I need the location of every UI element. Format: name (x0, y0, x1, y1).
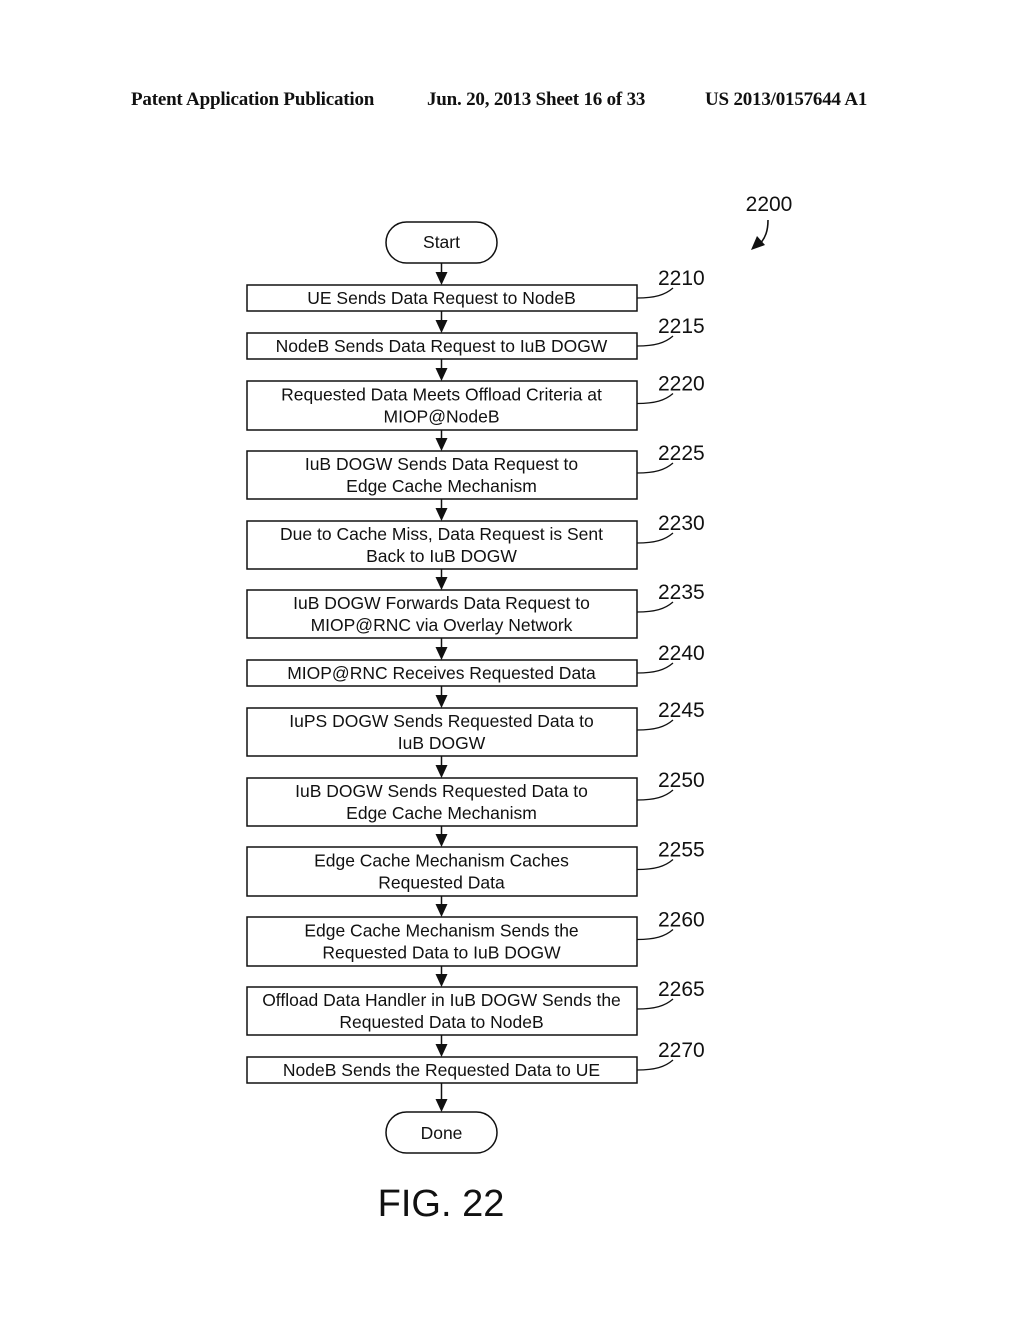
process-box-text: NodeB Sends the Requested Data to UE (283, 1060, 600, 1080)
process-box-text: NodeB Sends Data Request to IuB DOGW (276, 336, 608, 356)
arrow-2215-to-2220-arrowhead-icon (435, 368, 448, 381)
process-step-2240: MIOP@RNC Receives Requested Data 2240 (246, 642, 705, 687)
arrow-2250-to-2255-arrowhead-icon (435, 834, 448, 847)
process-step-2260: Edge Cache Mechanism Sends theRequested … (246, 909, 705, 967)
reference-number: 2235 (658, 581, 705, 604)
start-terminal-label: Start (423, 232, 460, 252)
reference-number: 2225 (658, 442, 705, 465)
end-terminal-label: Done (421, 1123, 463, 1143)
process-step-2210: UE Sends Data Request to NodeB 2210 (246, 267, 705, 312)
process-box-text: IuB DOGW Sends Data Request to (305, 454, 578, 474)
reference-number: 2240 (658, 642, 705, 665)
reference-number: 2245 (658, 699, 705, 722)
arrow-2210-to-2215-arrowhead-icon (435, 320, 448, 333)
reference-number: 2265 (658, 978, 705, 1001)
process-step-2250: IuB DOGW Sends Requested Data toEdge Cac… (246, 769, 705, 827)
arrow-2265-to-2270-arrowhead-icon (435, 1044, 448, 1057)
figure-reference: 2200 (746, 193, 793, 250)
process-box-text: UE Sends Data Request to NodeB (307, 288, 576, 308)
process-step-2255: Edge Cache Mechanism CachesRequested Dat… (246, 839, 705, 897)
process-step-2265: Offload Data Handler in IuB DOGW Sends t… (246, 978, 705, 1036)
reference-number: 2260 (658, 909, 705, 932)
reference-number: 2250 (658, 769, 705, 792)
process-box-text: Edge Cache Mechanism (346, 476, 537, 496)
process-step-2245: IuPS DOGW Sends Requested Data toIuB DOG… (246, 699, 705, 757)
arrow-end-arrowhead-icon (435, 1099, 448, 1112)
process-box-text: Requested Data (378, 873, 505, 893)
reference-number: 2215 (658, 315, 705, 338)
arrow-2260-to-2265-arrowhead-icon (435, 974, 448, 987)
process-box-text: MIOP@NodeB (384, 407, 500, 427)
arrow-2255-to-2260-arrowhead-icon (435, 904, 448, 917)
reference-number: 2220 (658, 373, 705, 396)
process-box-text: IuPS DOGW Sends Requested Data to (289, 711, 593, 731)
process-box-text: IuB DOGW (398, 733, 486, 753)
process-box-text: Requested Data to IuB DOGW (322, 943, 561, 963)
start-terminal: Start (385, 221, 498, 264)
flowchart: 2200 Start UE Sends Data Request to Node… (246, 193, 793, 1225)
reference-number: 2230 (658, 512, 705, 535)
arrow-2240-to-2245-arrowhead-icon (435, 695, 448, 708)
process-box-text: MIOP@RNC via Overlay Network (311, 615, 573, 635)
arrow-2245-to-2250-arrowhead-icon (435, 765, 448, 778)
figure-reference-number: 2200 (746, 193, 793, 216)
reference-number: 2255 (658, 839, 705, 862)
arrow-2225-to-2230-arrowhead-icon (435, 508, 448, 521)
process-step-2270: NodeB Sends the Requested Data to UE 2270 (246, 1039, 705, 1084)
process-step-2220: Requested Data Meets Offload Criteria at… (246, 373, 705, 431)
arrow-start-arrowhead-icon (435, 272, 448, 285)
process-box-text: IuB DOGW Sends Requested Data to (295, 781, 588, 801)
process-box-text: Edge Cache Mechanism Caches (314, 851, 569, 871)
process-box-text: Offload Data Handler in IuB DOGW Sends t… (262, 990, 621, 1010)
process-box-text: Edge Cache Mechanism Sends the (304, 921, 578, 941)
end-terminal: Done (385, 1111, 498, 1154)
figure-reference-arrowhead-icon (751, 236, 765, 250)
arrow-2235-to-2240-arrowhead-icon (435, 647, 448, 660)
process-step-2215: NodeB Sends Data Request to IuB DOGW 2215 (246, 315, 705, 360)
process-box-text: MIOP@RNC Receives Requested Data (287, 663, 596, 683)
process-box-text: Back to IuB DOGW (366, 546, 517, 566)
process-box-text: IuB DOGW Forwards Data Request to (293, 593, 590, 613)
reference-number: 2210 (658, 267, 705, 290)
arrow-2230-to-2235-arrowhead-icon (435, 577, 448, 590)
process-box-text: Requested Data to NodeB (339, 1012, 543, 1032)
figure-label: FIG. 22 (378, 1183, 505, 1225)
process-box-text: Due to Cache Miss, Data Request is Sent (280, 524, 603, 544)
process-step-2225: IuB DOGW Sends Data Request toEdge Cache… (246, 442, 705, 500)
process-box-text: Requested Data Meets Offload Criteria at (281, 385, 602, 405)
arrow-2220-to-2225-arrowhead-icon (435, 438, 448, 451)
process-box-text: Edge Cache Mechanism (346, 803, 537, 823)
process-step-2235: IuB DOGW Forwards Data Request toMIOP@RN… (246, 581, 705, 639)
process-step-2230: Due to Cache Miss, Data Request is SentB… (246, 512, 705, 570)
reference-number: 2270 (658, 1039, 705, 1062)
